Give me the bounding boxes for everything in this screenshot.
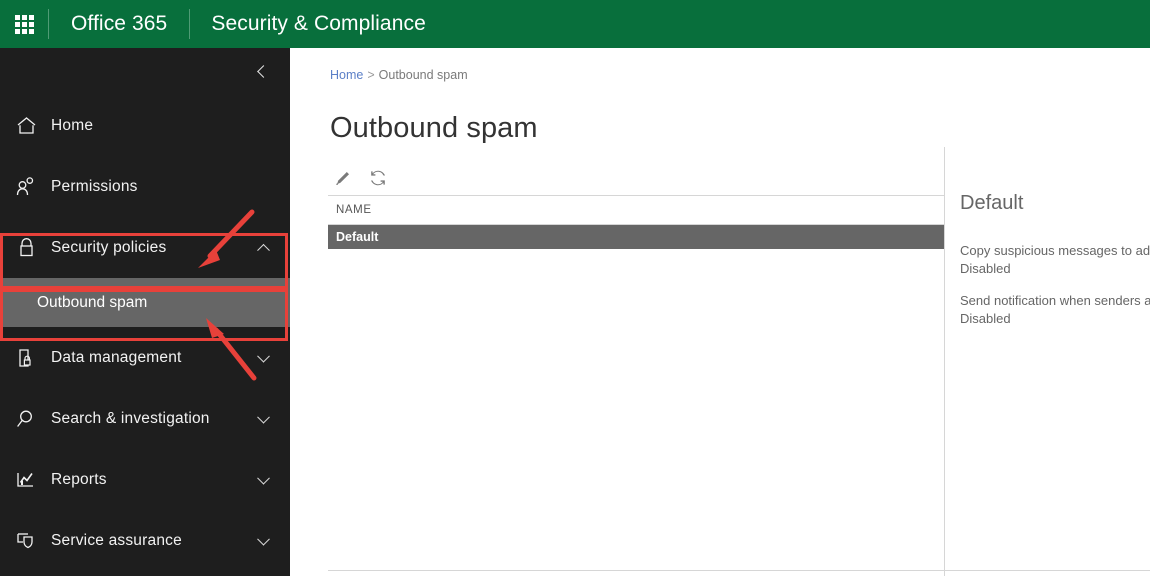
sidebar-item-reports[interactable]: Reports — [0, 449, 290, 510]
sidebar-item-home[interactable]: Home — [0, 95, 290, 156]
breadcrumb-home-link[interactable]: Home — [330, 68, 363, 82]
office-365-brand[interactable]: Office 365 — [49, 12, 189, 36]
sidebar-item-label: Service assurance — [51, 532, 182, 550]
app-launcher-waffle-icon[interactable] — [0, 0, 48, 48]
home-icon — [10, 111, 42, 141]
nav-collapse-button[interactable] — [0, 48, 290, 95]
page-title: Outbound spam — [330, 112, 538, 145]
row-name-cell: Default — [336, 230, 378, 244]
shield-monitor-icon — [10, 526, 42, 556]
chevron-down-icon — [257, 410, 270, 423]
chart-icon — [10, 465, 42, 495]
lock-icon — [10, 233, 42, 263]
magnifier-icon — [10, 404, 42, 434]
breadcrumb: Home>Outbound spam — [330, 68, 468, 82]
document-lock-icon — [10, 343, 42, 373]
sidebar-item-permissions[interactable]: Permissions — [0, 156, 290, 217]
sidebar-subitem-label: Outbound spam — [37, 294, 147, 312]
sidebar-item-label: Search & investigation — [51, 410, 210, 428]
edit-button[interactable] — [330, 166, 354, 190]
chevron-down-icon — [257, 349, 270, 362]
breadcrumb-separator: > — [363, 68, 378, 82]
refresh-button[interactable] — [366, 166, 390, 190]
property-value: Disabled — [960, 310, 1150, 328]
sidebar-item-label: Permissions — [51, 178, 138, 196]
suite-header: Office 365 Security & Compliance — [0, 0, 1150, 48]
app-name-label[interactable]: Security & Compliance — [190, 12, 447, 36]
detail-property: Copy suspicious messages to addres Disab… — [960, 242, 1150, 278]
app-root: Office 365 Security & Compliance Home — [0, 0, 1150, 576]
chevron-up-icon — [257, 243, 270, 256]
pencil-icon — [333, 169, 352, 188]
table-row[interactable]: Default — [328, 225, 983, 249]
refresh-icon — [369, 169, 387, 187]
sidebar-item-security-policies[interactable]: Security policies — [0, 217, 290, 278]
chevron-left-icon — [257, 65, 270, 78]
sidebar-item-label: Home — [51, 117, 93, 135]
property-key: Copy suspicious messages to addres — [960, 242, 1150, 260]
chevron-down-icon — [257, 532, 270, 545]
waffle-grid — [15, 15, 34, 34]
command-bar — [330, 166, 390, 190]
sidebar-item-outbound-spam[interactable]: Outbound spam — [0, 278, 290, 327]
chevron-down-icon — [257, 471, 270, 484]
property-key: Send notification when senders are — [960, 292, 1150, 310]
people-icon — [10, 172, 42, 202]
sidebar-item-label: Security policies — [51, 239, 166, 257]
sidebar-item-label: Reports — [51, 471, 107, 489]
detail-pane: Default Copy suspicious messages to addr… — [945, 147, 1150, 576]
detail-title: Default — [960, 192, 1023, 215]
sidebar-item-label: Data management — [51, 349, 182, 367]
list-header-row[interactable]: NAME — [328, 195, 983, 225]
property-value: Disabled — [960, 260, 1150, 278]
policy-list: NAME Default — [328, 195, 983, 576]
sidebar-item-data-management[interactable]: Data management — [0, 327, 290, 388]
column-header-name: NAME — [336, 204, 372, 216]
breadcrumb-current: Outbound spam — [379, 68, 468, 82]
left-navigation: Home Permissions Security policies — [0, 48, 290, 576]
sidebar-item-search-investigation[interactable]: Search & investigation — [0, 388, 290, 449]
sidebar-item-service-assurance[interactable]: Service assurance — [0, 510, 290, 571]
bottom-divider — [328, 570, 1150, 571]
detail-properties: Copy suspicious messages to addres Disab… — [960, 242, 1150, 342]
detail-property: Send notification when senders are Disab… — [960, 292, 1150, 328]
